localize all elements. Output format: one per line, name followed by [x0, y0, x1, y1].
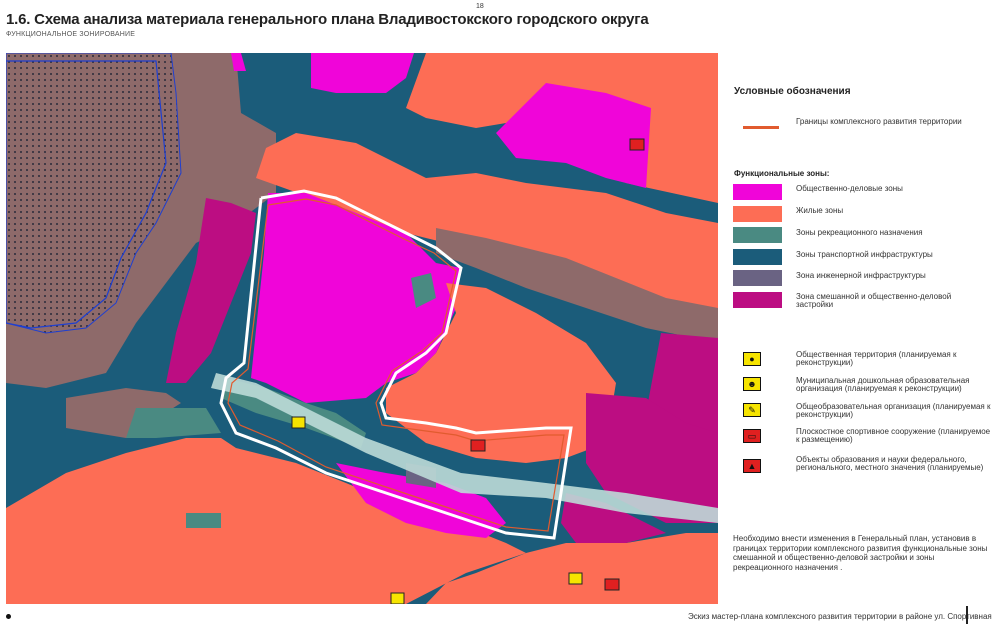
boundary-legend-swatch [743, 126, 779, 129]
zone-swatch-engineering [733, 270, 782, 286]
map-icon-sport-field [470, 439, 486, 452]
education-cap-icon: ▲ [743, 459, 761, 473]
zone-swatch-recreation [733, 227, 782, 243]
zoning-map [6, 53, 718, 604]
zone-label-recreation: Зоны рекреационного назначения [796, 228, 923, 237]
zone-label-public-business: Общественно-деловые зоны [796, 184, 903, 193]
zone-swatch-transport [733, 249, 782, 265]
zone-swatch-public-business [733, 184, 782, 200]
object-label-kindergarten: Муниципальная дошкольная образовательная… [796, 376, 970, 393]
zoning-map-svg [6, 53, 718, 604]
boundary-legend-label: Границы комплексного развития территории [796, 117, 962, 126]
recreation-zone-lower-left-2 [186, 513, 221, 528]
object-label-school: Общеобразовательная организация (планиру… [796, 402, 991, 419]
page-subtitle: ФУНКЦИОНАЛЬНОЕ ЗОНИРОВАНИЕ [6, 31, 136, 38]
object-label-education: Объекты образования и науки федерального… [796, 455, 984, 472]
footer-bullet [6, 614, 11, 619]
object-label-public-territory: Общественная территория (планируемая к р… [796, 350, 957, 367]
legend-title: Условные обозначения [734, 86, 851, 97]
person-walking-icon: ● [743, 352, 761, 366]
zone-swatch-mixed [733, 292, 782, 308]
footer-divider [966, 606, 968, 624]
sport-field-icon: ▭ [743, 429, 761, 443]
zone-label-transport: Зоны транспортной инфраструктуры [796, 250, 933, 259]
zones-title: Функциональные зоны: [734, 169, 830, 178]
zone-label-mixed: Зона смешанной и общественно-деловой зас… [796, 292, 952, 310]
page-number: 18 [476, 3, 484, 10]
recreation-zone-lower-left [126, 408, 221, 438]
map-icon-person-walking-2 [390, 592, 405, 604]
map-icon-person-walking-1 [291, 416, 306, 429]
map-icon-sport-field-2 [604, 578, 620, 591]
note-text: Необходимо внести изменения в Генеральны… [733, 534, 988, 572]
kindergarten-icon: ☻ [743, 377, 761, 391]
zone-label-residential: Жилые зоны [796, 206, 844, 215]
map-icon-school [568, 572, 583, 585]
zone-label-engineering: Зона инженерной инфраструктуры [796, 271, 926, 280]
page-title: 1.6. Схема анализа материала генеральног… [6, 11, 649, 28]
object-label-sport-field: Плоскостное спортивное сооружение (плани… [796, 427, 991, 444]
footer-text: Эскиз мастер-плана комплексного развития… [688, 612, 992, 621]
map-icon-education-cap [629, 138, 645, 151]
school-icon: ✎ [743, 403, 761, 417]
zone-swatch-residential [733, 206, 782, 222]
